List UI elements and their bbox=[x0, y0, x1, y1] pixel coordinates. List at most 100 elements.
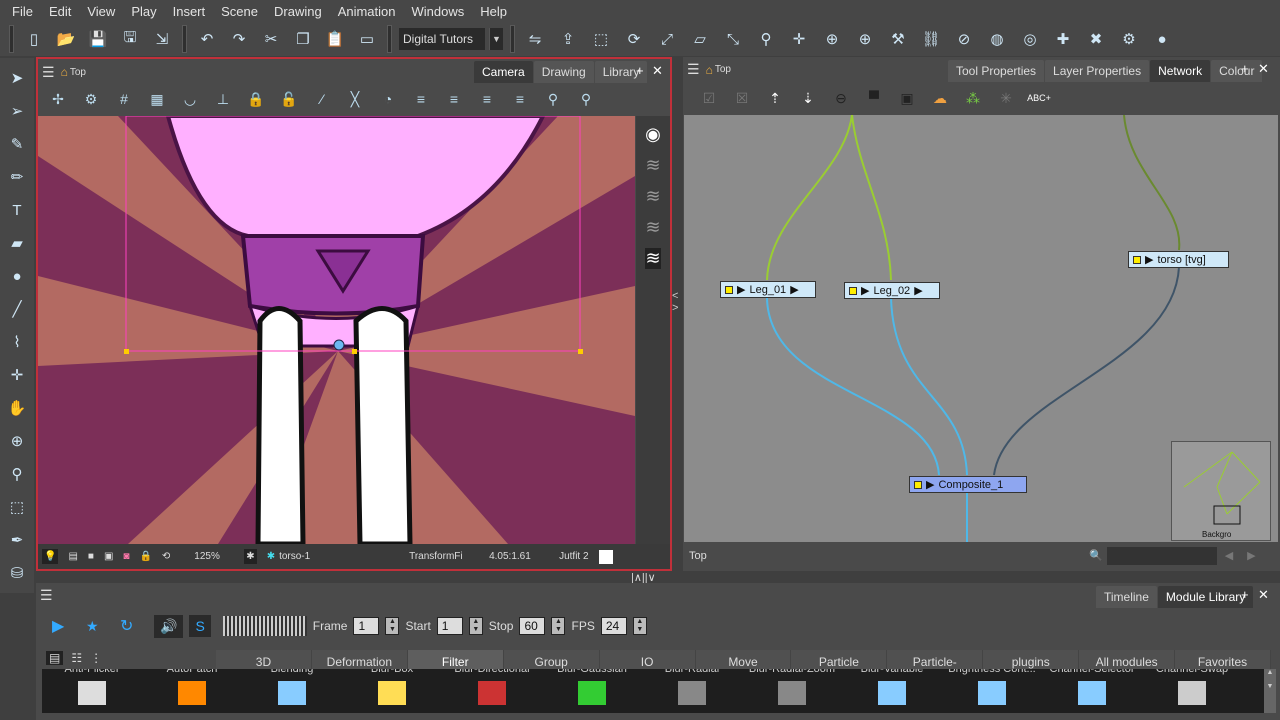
transform-icon[interactable]: ⬚ bbox=[5, 495, 29, 519]
rename-icon[interactable]: ABC+ bbox=[1027, 87, 1051, 109]
export-icon[interactable]: ⇪ bbox=[555, 26, 581, 52]
ungroup-icon[interactable]: ▣ bbox=[895, 87, 919, 109]
lock-icon[interactable]: 🔒 bbox=[244, 88, 268, 110]
frame-icon[interactable]: ▣ bbox=[104, 551, 113, 562]
new-scene-icon[interactable]: ▯ bbox=[21, 26, 47, 52]
frame-input[interactable]: 1 bbox=[353, 617, 380, 635]
layer-stack-icon[interactable]: ≡ bbox=[475, 88, 499, 110]
fps-stepper[interactable]: ▲ ▼ bbox=[632, 617, 647, 635]
layer-stack-icon[interactable]: ≡ bbox=[409, 88, 433, 110]
remove-keyframe-icon[interactable]: ✖ bbox=[1083, 26, 1109, 52]
pivot-icon[interactable]: ⚲ bbox=[541, 88, 565, 110]
close-icon[interactable]: ✕ bbox=[1258, 587, 1269, 603]
transform-tool-icon[interactable]: ✢ bbox=[46, 88, 70, 110]
home-icon[interactable]: ⌂ bbox=[61, 65, 68, 79]
pivot-icon[interactable]: ✛ bbox=[5, 363, 29, 387]
panel-menu-icon[interactable]: ☰ bbox=[40, 587, 53, 604]
paint-icon[interactable]: ● bbox=[5, 264, 29, 288]
bone-icon[interactable]: ⚲ bbox=[753, 26, 779, 52]
module-scrollbar[interactable]: ▲ ▼ bbox=[1264, 669, 1276, 713]
lock-add-icon[interactable]: 🔓 bbox=[277, 88, 301, 110]
disable-icon[interactable]: ☒ bbox=[730, 87, 754, 109]
eye-icon[interactable]: ◉ bbox=[645, 124, 661, 145]
module-item[interactable]: Channel-Swap bbox=[1142, 669, 1242, 713]
module-item[interactable]: Blending bbox=[242, 669, 342, 713]
contour-editor-icon[interactable]: ➢ bbox=[5, 99, 29, 123]
node-torso[interactable]: ▶ torso [tvg] bbox=[1128, 251, 1229, 268]
play-icon[interactable]: ▶ bbox=[52, 616, 80, 636]
scroll-left-button[interactable]: ◀ bbox=[1225, 549, 1233, 562]
close-icon[interactable]: ✕ bbox=[1258, 61, 1269, 77]
tree-view-icon[interactable]: ⋮ bbox=[90, 651, 102, 665]
hand-icon[interactable]: ✋ bbox=[5, 396, 29, 420]
node-leg-02[interactable]: ▶ Leg_02 ▶ bbox=[844, 282, 940, 299]
zoom-icon[interactable]: ⊖ bbox=[829, 87, 853, 109]
safe-area-icon[interactable]: ■ bbox=[88, 551, 94, 562]
zoom-level[interactable]: 125% bbox=[194, 551, 234, 562]
select-icon[interactable]: ➤ bbox=[5, 66, 29, 90]
toolbar-grip[interactable] bbox=[182, 25, 187, 53]
module-item[interactable]: Anti-Flicker bbox=[42, 669, 142, 713]
import-icon[interactable]: ⇲ bbox=[149, 26, 175, 52]
node-composite[interactable]: ▶ Composite_1 bbox=[909, 476, 1027, 493]
save-icon[interactable]: 💾 bbox=[85, 26, 111, 52]
stop-input[interactable]: 60 bbox=[519, 617, 546, 635]
add-panel-icon[interactable]: + bbox=[1241, 61, 1249, 76]
toolbar-grip[interactable] bbox=[510, 25, 515, 53]
layers-icon[interactable]: ≋ bbox=[645, 248, 661, 269]
menu-insert[interactable]: Insert bbox=[165, 4, 214, 19]
rotate-icon[interactable]: ⟳ bbox=[621, 26, 647, 52]
pivot-icon[interactable]: ⚲ bbox=[574, 88, 598, 110]
menu-edit[interactable]: Edit bbox=[41, 4, 79, 19]
pencil-icon[interactable]: ✏ bbox=[5, 165, 29, 189]
menu-animation[interactable]: Animation bbox=[330, 4, 404, 19]
onion-icon[interactable]: ◍ bbox=[984, 26, 1010, 52]
sound-icon[interactable]: 🔊 bbox=[154, 614, 184, 638]
tab-camera[interactable]: Camera bbox=[474, 61, 533, 83]
layer-stack-icon[interactable]: ≡ bbox=[508, 88, 532, 110]
copy-icon[interactable]: ❐ bbox=[290, 26, 316, 52]
module-item[interactable]: Brightness Cont... bbox=[942, 669, 1042, 713]
menu-file[interactable]: File bbox=[4, 4, 41, 19]
play-selection-icon[interactable]: ★ bbox=[86, 618, 114, 635]
breadcrumb[interactable]: Top bbox=[70, 67, 86, 78]
transform-handle[interactable] bbox=[578, 349, 583, 354]
cut-icon[interactable]: ✂ bbox=[258, 26, 284, 52]
gear-icon[interactable]: ⚙ bbox=[79, 88, 103, 110]
node-leg-01[interactable]: ▶ Leg_01 ▶ bbox=[720, 281, 816, 298]
bone-icon[interactable]: ⚲ bbox=[5, 462, 29, 486]
tab-network[interactable]: Network bbox=[1150, 60, 1211, 82]
transform-icon[interactable]: ⬚ bbox=[588, 26, 614, 52]
settings-icon[interactable]: ⚙ bbox=[1116, 26, 1142, 52]
list-view-icon[interactable]: ☷ bbox=[71, 651, 82, 665]
menu-drawing[interactable]: Drawing bbox=[266, 4, 330, 19]
apple-icon[interactable]: ● bbox=[1149, 26, 1175, 52]
paste-icon[interactable]: 📋 bbox=[322, 26, 348, 52]
menu-help[interactable]: Help bbox=[472, 4, 515, 19]
module-item[interactable]: Blur-Gaussian bbox=[542, 669, 642, 713]
auto-layout-icon[interactable]: ⁂ bbox=[961, 87, 985, 109]
menu-scene[interactable]: Scene bbox=[213, 4, 266, 19]
open-icon[interactable]: 📂 bbox=[53, 26, 79, 52]
onion-skin-icon[interactable]: ◎ bbox=[1017, 26, 1043, 52]
module-item[interactable]: Blur-Radial bbox=[642, 669, 742, 713]
add-panel-icon[interactable]: + bbox=[636, 63, 644, 78]
tab-drawing[interactable]: Drawing bbox=[533, 61, 594, 83]
tab-colour[interactable]: Colour bbox=[1211, 60, 1263, 82]
cable-icon[interactable]: ☁ bbox=[928, 87, 952, 109]
scroll-right-button[interactable]: ▶ bbox=[1247, 549, 1255, 562]
peg-icon[interactable]: ⊕ bbox=[852, 26, 878, 52]
loop-icon[interactable]: ↻ bbox=[120, 616, 148, 636]
skew-icon[interactable]: ▱ bbox=[687, 26, 713, 52]
add-panel-icon[interactable]: + bbox=[1241, 587, 1249, 602]
pen-icon[interactable]: ✒ bbox=[5, 528, 29, 552]
start-stepper[interactable]: ▲ ▼ bbox=[468, 617, 483, 635]
save-as-icon[interactable]: 🖫 bbox=[117, 26, 143, 52]
layers-icon[interactable]: ≋ bbox=[645, 217, 660, 238]
group-icon[interactable]: ▀ bbox=[862, 87, 886, 109]
link-icon[interactable]: ⛓ bbox=[918, 26, 944, 52]
grid-icon[interactable]: # bbox=[112, 88, 136, 110]
reset-view-icon[interactable]: ⟲ bbox=[162, 551, 170, 562]
home-icon[interactable]: ⌂ bbox=[706, 63, 713, 77]
search-input[interactable] bbox=[1106, 546, 1217, 565]
